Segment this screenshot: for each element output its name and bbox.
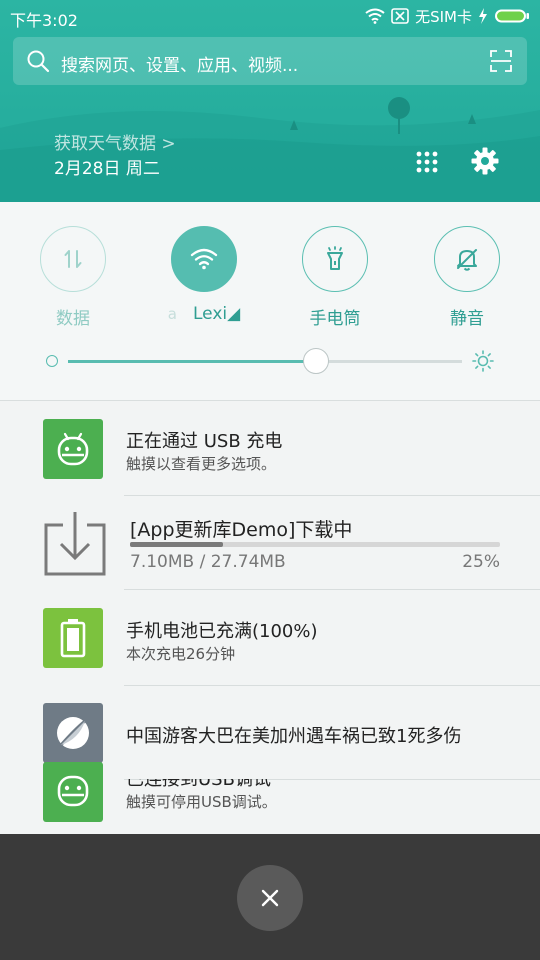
notification-subtitle: 本次充电26分钟 <box>126 645 236 663</box>
shade-header: 下午3:02 无SIM卡 搜索网页、设置、应用、视频... 获取天气数据 > 2… <box>0 0 540 202</box>
brightness-low-icon <box>46 355 58 367</box>
download-icon <box>44 512 106 576</box>
brightness-slider[interactable] <box>68 348 462 374</box>
toggle-flashlight-label: 手电筒 <box>309 309 361 329</box>
scan-icon[interactable] <box>490 50 512 72</box>
toggle-mute[interactable]: 静音 <box>434 226 500 329</box>
toggle-data-button[interactable] <box>40 226 106 292</box>
news-icon <box>43 703 103 763</box>
battery-icon <box>495 9 529 23</box>
brightness-slider-thumb[interactable] <box>303 348 330 374</box>
download-progress-fill <box>130 542 223 547</box>
toggle-wifi-label: a Lexi◢ <box>141 304 267 324</box>
wifi-ssid: Lexi◢ <box>193 304 241 324</box>
toggle-mute-label: 静音 <box>450 309 484 329</box>
toggle-wifi-button[interactable] <box>171 226 237 292</box>
search-input[interactable]: 搜索网页、设置、应用、视频... <box>61 51 298 76</box>
notification-battery-full[interactable]: 手机电池已充满(100%) 本次充电26分钟 <box>0 589 540 685</box>
android-icon <box>43 762 103 822</box>
toggle-wifi[interactable]: a Lexi◢ <box>168 226 240 324</box>
grid-icon[interactable] <box>415 150 439 174</box>
battery-full-icon <box>43 608 103 668</box>
toggle-data-label: 数据 <box>56 309 90 329</box>
search-icon <box>27 50 50 73</box>
weather-link[interactable]: 获取天气数据 > <box>54 129 176 154</box>
close-icon <box>261 889 279 907</box>
no-sim-icon <box>391 8 409 24</box>
toggle-data[interactable]: 数据 <box>40 226 106 329</box>
wifi-icon <box>190 248 218 270</box>
download-size: 7.10MB / 27.74MB <box>130 552 286 572</box>
charging-icon <box>479 8 487 24</box>
notification-subtitle: 触摸可停用USB调试。 <box>126 793 277 811</box>
bell-off-icon <box>457 249 477 271</box>
download-progress-bar <box>130 542 500 547</box>
wifi-icon <box>365 8 385 24</box>
wifi-ssid-prefix: a <box>167 305 177 323</box>
status-bar: 下午3:02 无SIM卡 <box>0 0 540 32</box>
notification-title: 手机电池已充满(100%) <box>126 621 318 642</box>
notification-usb-debug[interactable]: 已连接到USB调试 触摸可停用USB调试。 <box>0 762 540 834</box>
flashlight-icon <box>327 246 343 270</box>
brightness-slider-fill <box>68 360 317 363</box>
toggle-mute-button[interactable] <box>434 226 500 292</box>
toggle-flashlight[interactable]: 手电筒 <box>302 226 368 329</box>
date-label: 2月28日 周二 <box>54 159 160 179</box>
notification-download[interactable]: [App更新库Demo]下载中 7.10MB / 27.74MB 25% <box>0 401 540 589</box>
download-percent: 25% <box>462 552 500 572</box>
toggle-flashlight-button[interactable] <box>302 226 368 292</box>
notification-list: 正在通过 USB 充电 触摸以查看更多选项。 [App更新库Demo]下载中 7… <box>0 400 540 834</box>
data-arrows-icon <box>64 250 82 268</box>
carrier-label: 无SIM卡 <box>415 7 472 26</box>
brightness-high-icon <box>472 350 494 372</box>
quick-settings-panel: 数据 a Lexi◢ 手电筒 静音 <box>0 202 540 400</box>
search-bar[interactable]: 搜索网页、设置、应用、视频... <box>13 37 527 85</box>
status-time: 下午3:02 <box>10 11 78 30</box>
notification-title: 已连接到USB调试 <box>126 769 271 790</box>
notification-title: [App更新库Demo]下载中 <box>130 519 353 541</box>
gear-icon[interactable] <box>470 146 500 176</box>
clear-notifications-button[interactable] <box>237 865 303 931</box>
notification-title: 中国游客大巴在美加州遇车祸已致1死多伤 <box>126 726 462 747</box>
